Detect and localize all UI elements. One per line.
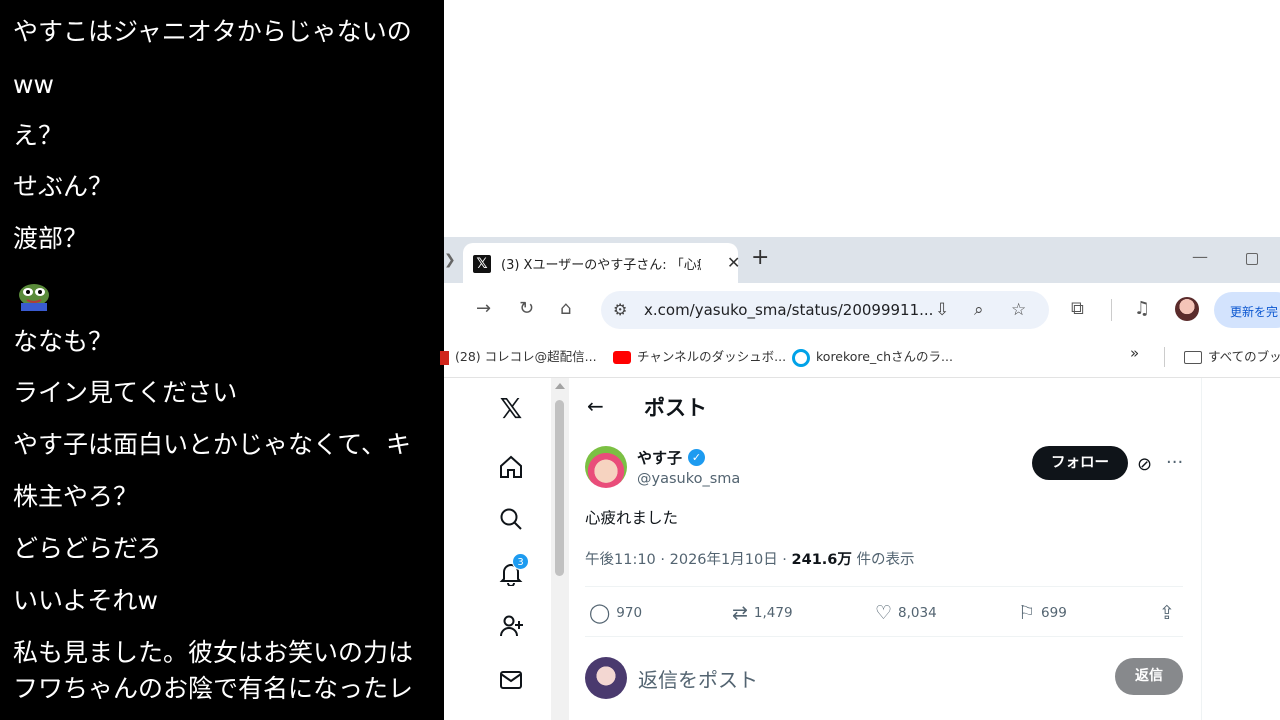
notification-badge: 3 — [512, 553, 529, 570]
maximize-icon[interactable] — [1246, 253, 1258, 265]
minimize-icon[interactable]: — — [1192, 247, 1208, 266]
reload-icon[interactable]: ↻ — [519, 298, 534, 320]
bookmark-item[interactable]: チャンネルのダッシュボ... — [613, 346, 786, 365]
scroll-thumb[interactable] — [555, 400, 564, 576]
close-icon[interactable]: ✕ — [727, 253, 740, 272]
site-settings-icon[interactable]: ⚙ — [613, 300, 627, 319]
comment: ww — [13, 70, 54, 99]
update-button[interactable]: 更新を完 — [1214, 292, 1280, 328]
comment-overlay: やすこはジャニオタからじゃないの ww え？ せぶん？ 渡部？ ななも？ ライン… — [0, 0, 444, 720]
divider — [585, 636, 1183, 637]
comment: やす子は面白いとかじゃなくて、キ — [13, 430, 412, 459]
repost-icon: ⇄ — [732, 602, 748, 624]
more-options-icon[interactable]: ··· — [1166, 452, 1183, 473]
tab-strip: ❯ 𝕏 (3) Xユーザーのやす子さん: 「心疲れ ✕ + — — [444, 237, 1280, 283]
repost-action[interactable]: ⇄ 1,479 — [732, 602, 793, 624]
post-column: ← ポスト やす子 ✓ @yasuko_sma フォロー ⊘ ··· 心疲れまし… — [569, 378, 1202, 720]
x-logo-icon: 𝕏 — [473, 255, 491, 273]
bookmark-star-icon[interactable]: ☆ — [1011, 300, 1026, 320]
grok-icon[interactable]: ⊘ — [1137, 454, 1152, 475]
reply-action[interactable]: ◯ 970 — [589, 602, 642, 624]
bookmarks-bar: (28) コレコレ@超配信... チャンネルのダッシュボ... korekore… — [440, 337, 1280, 378]
scroll-up-icon[interactable] — [555, 383, 565, 389]
search-icon[interactable] — [498, 506, 524, 532]
x-page: 𝕏 3 ← ポスト やす子 ✓ @yasuko_sma フォロー ⊘ ··· 心… — [444, 378, 1280, 720]
verified-icon: ✓ — [688, 449, 705, 466]
follow-people-icon[interactable] — [498, 613, 524, 639]
home-icon[interactable] — [498, 454, 524, 480]
bookmark-icon: ⚐ — [1018, 602, 1036, 624]
bookmark-action[interactable]: ⚐ 699 — [1018, 602, 1067, 624]
messages-icon[interactable] — [498, 667, 524, 693]
comment: 私も見ました。彼女はお笑いの力は — [13, 638, 414, 667]
bookmark-item[interactable]: korekore_chさんのラ... — [792, 346, 953, 367]
comment: 渡部？ — [13, 224, 89, 253]
comment: え？ — [13, 121, 64, 150]
zoom-icon[interactable]: ⌕ — [974, 300, 984, 320]
post-meta: 午後11:10 · 2026年1月10日 · 241.6万 件の表示 — [585, 552, 915, 568]
view-count: 241.6万 — [791, 552, 852, 568]
author-avatar[interactable] — [585, 446, 627, 488]
share-icon[interactable]: ⇪ — [1159, 602, 1181, 624]
comment: 株主やろ？ — [13, 482, 139, 511]
profile-avatar[interactable] — [1175, 297, 1199, 321]
heart-icon: ♡ — [875, 602, 893, 624]
tab-title: (3) Xユーザーのやす子さん: 「心疲れ — [501, 258, 701, 273]
blank-area — [444, 0, 1280, 237]
reply-icon: ◯ — [589, 602, 611, 624]
folder-icon — [1184, 351, 1202, 364]
like-action[interactable]: ♡ 8,034 — [875, 602, 937, 624]
update-label: 更新を完 — [1230, 305, 1279, 319]
comment: いいよそれw — [13, 586, 158, 615]
x-logo-icon[interactable]: 𝕏 — [498, 395, 524, 423]
pepe-emoji-icon — [19, 284, 49, 311]
reply-input[interactable]: 返信をポスト — [638, 664, 758, 693]
scrollbar[interactable] — [551, 378, 569, 720]
back-icon[interactable]: ← — [587, 394, 604, 418]
bookmark-folder[interactable]: すべてのブッ — [1184, 346, 1280, 365]
comment: フワちゃんのお陰で有名になったレ — [13, 674, 414, 703]
post-text: 心疲れました — [585, 509, 679, 527]
more-bookmarks-icon[interactable]: » — [1130, 344, 1139, 362]
bookmarks-divider — [1164, 347, 1165, 367]
extensions-icon[interactable]: ⧉ — [1071, 298, 1084, 320]
new-tab-icon[interactable]: + — [751, 247, 769, 269]
follow-button[interactable]: フォロー — [1032, 446, 1128, 480]
bookmark-favicon-icon — [792, 348, 810, 367]
page-title: ポスト — [644, 396, 707, 420]
author-handle[interactable]: @yasuko_sma — [637, 471, 740, 487]
comment: やすこはジャニオタからじゃないの — [13, 17, 412, 46]
tab-x-post[interactable]: 𝕏 (3) Xユーザーのやす子さん: 「心疲れ ✕ — [463, 243, 740, 283]
url-text[interactable]: x.com/yasuko_sma/status/20099911... — [644, 301, 933, 319]
divider — [585, 586, 1183, 587]
comment: どらどらだろ — [13, 534, 162, 563]
toolbar-divider — [1111, 299, 1112, 321]
bookmark-favicon-icon — [440, 350, 449, 365]
comment: ライン見てください — [13, 378, 238, 407]
comment: せぶん？ — [13, 172, 114, 201]
reply-button[interactable]: 返信 — [1115, 658, 1183, 695]
media-control-icon[interactable]: ♫ — [1134, 298, 1150, 320]
youtube-icon — [613, 351, 631, 364]
home-icon[interactable]: ⌂ — [560, 298, 571, 320]
comment: ななも？ — [13, 327, 114, 356]
browser-toolbar: → ↻ ⌂ ⚙ x.com/yasuko_sma/status/20099911… — [444, 283, 1280, 337]
user-avatar — [585, 657, 627, 699]
address-bar[interactable]: ⚙ x.com/yasuko_sma/status/20099911... ⇩ … — [601, 291, 1049, 329]
install-app-icon[interactable]: ⇩ — [935, 300, 949, 320]
bookmark-item[interactable]: (28) コレコレ@超配信... — [440, 346, 597, 365]
author-name[interactable]: やす子 — [637, 447, 682, 468]
forward-icon[interactable]: → — [476, 298, 491, 320]
tab-list-chevron-icon[interactable]: ❯ — [444, 252, 456, 268]
